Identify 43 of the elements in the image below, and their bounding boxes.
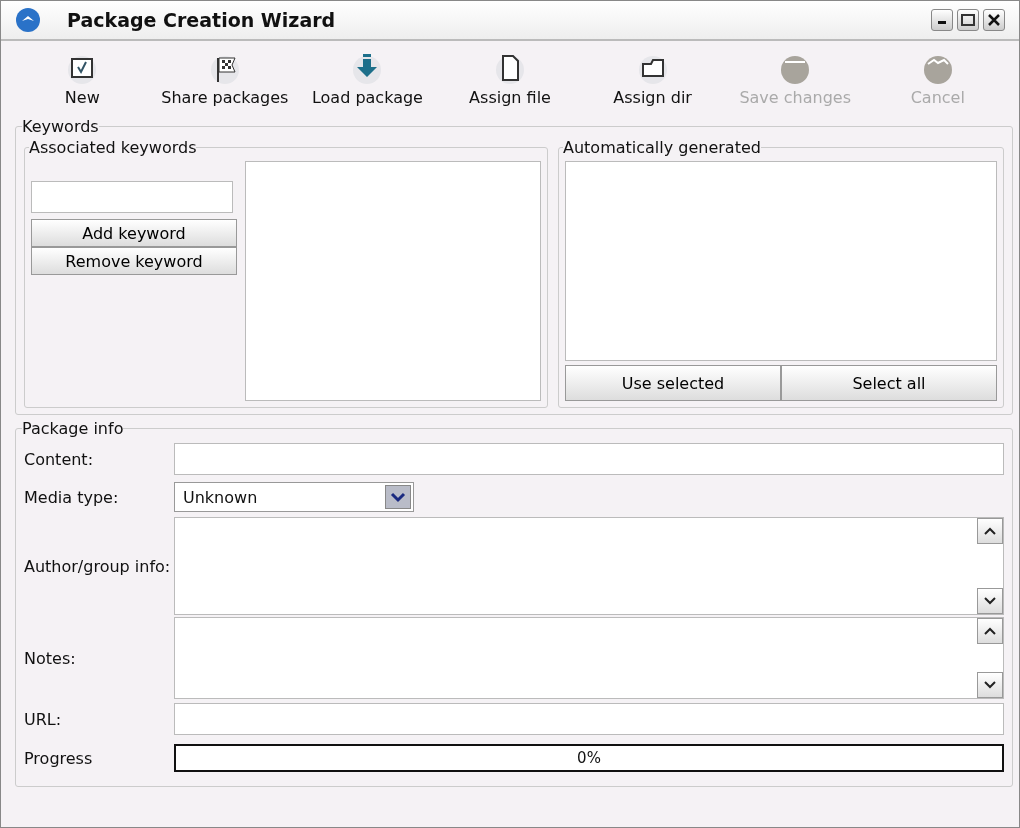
close-button[interactable] — [983, 9, 1005, 31]
toolbar-button[interactable]: Assign dir — [581, 51, 724, 107]
window-title: Package Creation Wizard — [67, 9, 337, 31]
scroll-down-button[interactable] — [977, 588, 1003, 614]
keyword-input[interactable] — [31, 181, 233, 213]
text-field[interactable] — [174, 703, 1004, 735]
chevron-up-icon — [983, 526, 997, 536]
remove-keyword-button[interactable]: Remove keyword — [31, 247, 237, 275]
toolbar-button[interactable]: Assign file — [438, 51, 582, 107]
field-label: URL: — [24, 709, 63, 729]
media-type-dropdown[interactable]: Unknown — [174, 482, 414, 512]
scrollbar[interactable] — [977, 618, 1003, 698]
field-label: Content: — [24, 449, 95, 469]
chevron-up-icon — [983, 626, 997, 636]
list-action-button[interactable]: Use selected — [565, 365, 781, 401]
close-icon — [988, 14, 1000, 26]
scrollbar[interactable] — [977, 518, 1003, 614]
download-icon — [351, 51, 384, 84]
maximize-button[interactable] — [957, 9, 979, 31]
group-title: Associated keywords — [29, 138, 197, 157]
list-action-button[interactable]: Select all — [781, 365, 997, 401]
field-label: Notes: — [24, 648, 77, 668]
scroll-down-button[interactable] — [977, 672, 1003, 698]
maximize-icon — [961, 14, 975, 26]
add-keyword-button[interactable]: Add keyword — [31, 219, 237, 247]
progress-text: 0% — [577, 749, 601, 767]
chevron-down-icon — [385, 485, 411, 509]
scroll-up-button[interactable] — [977, 518, 1003, 544]
chevron-down-icon — [983, 596, 997, 606]
chevron-down-icon — [983, 680, 997, 690]
group-title: Package info — [22, 419, 124, 438]
scroll-up-button[interactable] — [977, 618, 1003, 644]
field-label: Progress — [24, 748, 94, 768]
text-field[interactable] — [174, 443, 1004, 475]
minimize-button[interactable] — [931, 9, 953, 31]
toolbar-button[interactable]: Share packages — [153, 51, 297, 107]
field-label: Author/group info: — [24, 556, 172, 576]
app-logo-icon — [15, 7, 41, 33]
field-label: Media type: — [24, 487, 120, 507]
group-title: Keywords — [22, 117, 99, 136]
toolbar-button[interactable]: New — [11, 51, 154, 107]
group-title: Automatically generated — [563, 138, 761, 157]
toolbar-button[interactable]: Load package — [296, 51, 439, 107]
